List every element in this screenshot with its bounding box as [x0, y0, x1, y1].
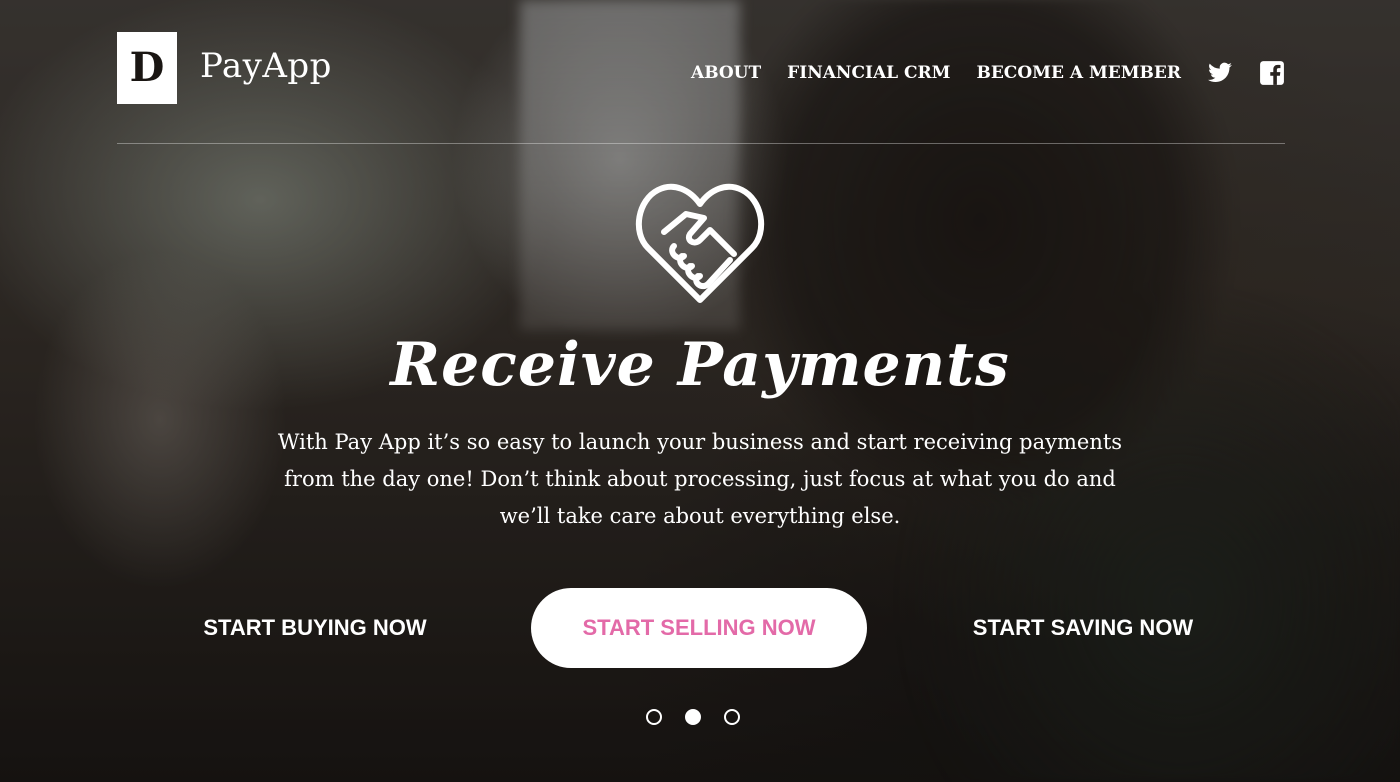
- carousel-dot-1[interactable]: [646, 709, 662, 725]
- carousel-dot-2[interactable]: [685, 709, 701, 725]
- nav-item-financial-crm[interactable]: FINANCIAL CRM: [787, 63, 950, 83]
- twitter-icon[interactable]: [1207, 60, 1233, 86]
- site-header: D PayApp ABOUT FINANCIAL CRM BECOME A ME…: [117, 32, 1285, 144]
- nav-item-become-a-member[interactable]: BECOME A MEMBER: [976, 63, 1181, 83]
- start-saving-button[interactable]: START SAVING NOW: [918, 588, 1248, 668]
- hero-title: Receive Payments: [390, 330, 1010, 400]
- start-selling-button[interactable]: START SELLING NOW: [531, 588, 867, 668]
- logo-mark[interactable]: D: [117, 32, 177, 104]
- main-nav: ABOUT FINANCIAL CRM BECOME A MEMBER: [691, 60, 1285, 86]
- start-buying-button[interactable]: START BUYING NOW: [150, 588, 480, 668]
- carousel-dot-3[interactable]: [724, 709, 740, 725]
- facebook-icon[interactable]: [1259, 60, 1285, 86]
- carousel-dots: [646, 709, 740, 725]
- hero-description: With Pay App it’s so easy to launch your…: [277, 430, 1123, 528]
- logo-text[interactable]: PayApp: [200, 46, 332, 86]
- nav-item-about[interactable]: ABOUT: [691, 63, 761, 83]
- handshake-heart-icon: [634, 182, 766, 306]
